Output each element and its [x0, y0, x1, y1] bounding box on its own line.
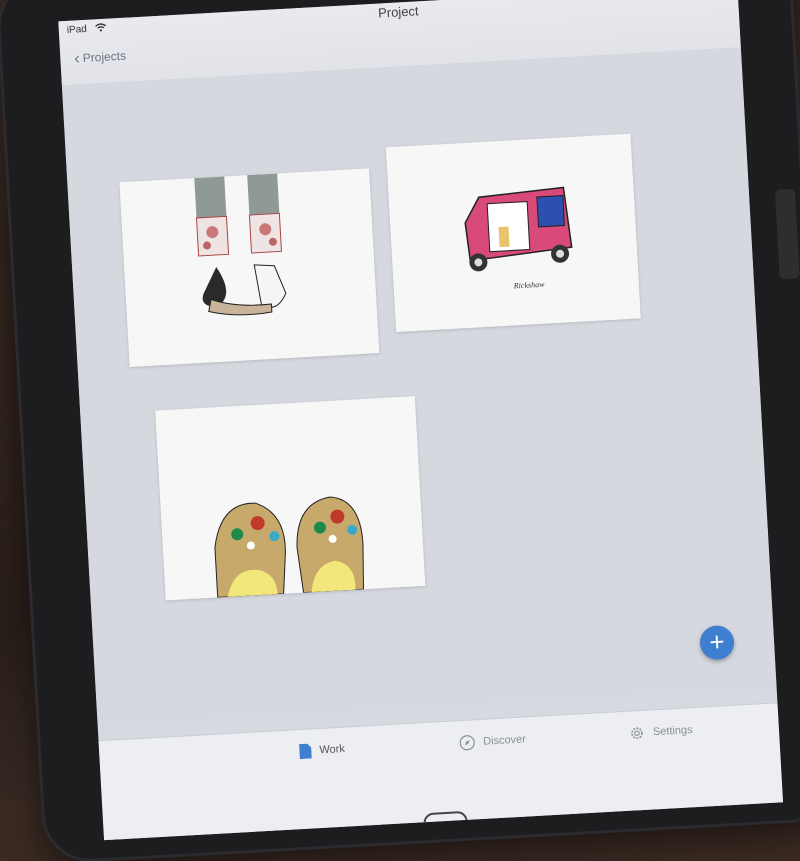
project-gallery: Rickshaw	[61, 47, 777, 725]
chevron-left-icon: ‹	[73, 50, 81, 68]
tab-settings[interactable]: Settings	[629, 722, 694, 742]
home-indicator	[423, 810, 469, 838]
page-title: Project	[377, 3, 419, 21]
ipad-device: iPad Project ‹ Projects Rickshaw + Work …	[0, 0, 800, 861]
apple-pencil	[774, 188, 800, 280]
artwork-thumbnail[interactable]	[155, 396, 426, 601]
tab-label: Work	[319, 742, 346, 757]
tab-label: Settings	[652, 724, 693, 739]
rickshaw-illustration: Rickshaw	[464, 186, 573, 291]
tab-bar: Work Discover Settings	[98, 702, 784, 841]
artwork-thumbnail[interactable]	[119, 168, 380, 367]
back-button[interactable]: ‹ Projects	[74, 48, 127, 69]
tab-work[interactable]: Work	[299, 742, 345, 760]
slippers-illustration	[214, 496, 364, 598]
rickshaw-caption: Rickshaw	[513, 280, 546, 291]
feet-illustration	[194, 173, 287, 316]
tab-label: Discover	[482, 733, 527, 748]
artwork-thumbnail[interactable]: Rickshaw	[385, 133, 641, 333]
app-screen: iPad Project ‹ Projects Rickshaw + Work …	[58, 0, 784, 841]
back-label: Projects	[82, 48, 127, 66]
gear-icon	[631, 727, 643, 740]
compass-icon	[459, 735, 475, 751]
tab-discover[interactable]: Discover	[459, 731, 527, 751]
document-icon	[299, 743, 312, 760]
